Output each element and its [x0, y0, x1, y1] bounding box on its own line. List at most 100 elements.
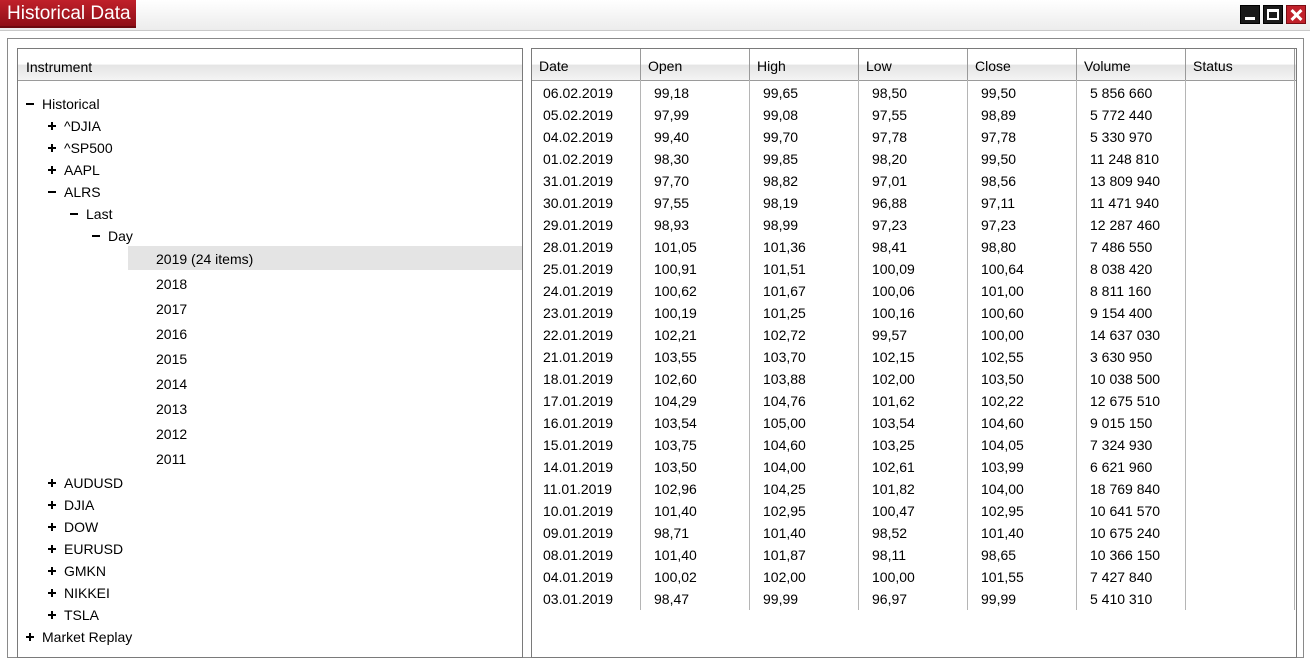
tree-item[interactable]: DJIA [18, 494, 518, 516]
tree-item[interactable]: NIKKEI [18, 582, 518, 604]
column-header-date[interactable]: Date [532, 49, 641, 80]
cell-date: 10.01.2019 [543, 503, 614, 519]
expand-icon[interactable] [47, 165, 57, 175]
cell-volume: 5 410 310 [1090, 591, 1153, 607]
tree-item[interactable]: 2015 [18, 348, 518, 370]
tree-item[interactable]: Historical [18, 93, 518, 115]
column-header-open[interactable]: Open [641, 49, 750, 80]
expand-icon[interactable] [47, 500, 57, 510]
tree-item-label: DJIA [64, 497, 95, 513]
tree-item[interactable]: EURUSD [18, 538, 518, 560]
tree-item[interactable]: 2012 [18, 423, 518, 445]
tree-item[interactable]: DOW [18, 516, 518, 538]
minimize-icon[interactable] [1240, 5, 1260, 24]
table-row[interactable]: 04.01.2019 100,02 102,00 100,00 101,55 7 427 … [532, 566, 1294, 588]
cell-volume: 7 486 550 [1090, 239, 1153, 255]
cell-open: 98,47 [654, 591, 690, 607]
expand-icon[interactable] [47, 544, 57, 554]
cell-high: 101,40 [763, 525, 806, 541]
table-row[interactable]: 28.01.2019 101,05 101,36 98,41 98,80 7 486 55… [532, 236, 1294, 258]
tree-item[interactable]: TSLA [18, 604, 518, 626]
collapse-icon[interactable] [69, 209, 79, 219]
table-row[interactable]: 09.01.2019 98,71 101,40 98,52 101,40 10 675 2… [532, 522, 1294, 544]
tree-item[interactable]: AAPL [18, 159, 518, 181]
expand-icon[interactable] [47, 566, 57, 576]
cell-high: 99,99 [763, 591, 799, 607]
table-row[interactable]: 24.01.2019 100,62 101,67 100,06 101,00 8 811 … [532, 280, 1294, 302]
table-row[interactable]: 08.01.2019 101,40 101,87 98,11 98,65 10 366 1… [532, 544, 1294, 566]
cell-open: 100,91 [654, 261, 697, 277]
table-row[interactable]: 23.01.2019 100,19 101,25 100,16 100,60 9 154 … [532, 302, 1294, 324]
table-row[interactable]: 25.01.2019 100,91 101,51 100,09 100,64 8 038 … [532, 258, 1294, 280]
table-row[interactable]: 05.02.2019 97,99 99,08 97,55 98,89 5 772 440 [532, 104, 1294, 126]
cell-open: 99,40 [654, 129, 690, 145]
cell-high: 99,08 [763, 107, 799, 123]
column-header-volume[interactable]: Volume [1077, 49, 1186, 80]
cell-date: 15.01.2019 [543, 437, 614, 453]
table-row[interactable]: 22.01.2019 102,21 102,72 99,57 100,00 14 637 … [532, 324, 1294, 346]
tree-item[interactable]: ALRS [18, 181, 518, 203]
table-row[interactable]: 31.01.2019 97,70 98,82 97,01 98,56 13 809 940 [532, 170, 1294, 192]
column-header-close[interactable]: Close [968, 49, 1077, 80]
collapse-icon[interactable] [25, 99, 35, 109]
cell-date: 28.01.2019 [543, 239, 614, 255]
cell-high: 102,95 [763, 503, 806, 519]
cell-high: 104,25 [763, 481, 806, 497]
tree-item[interactable]: 2018 [18, 273, 518, 295]
cell-open: 102,60 [654, 371, 697, 387]
cell-high: 99,85 [763, 151, 799, 167]
table-row[interactable]: 29.01.2019 98,93 98,99 97,23 97,23 12 287 460 [532, 214, 1294, 236]
tree-item[interactable]: 2011 [18, 448, 518, 470]
table-row[interactable]: 01.02.2019 98,30 99,85 98,20 99,50 11 248 810 [532, 148, 1294, 170]
tree-item[interactable]: 2016 [18, 323, 518, 345]
tree-item[interactable]: ^SP500 [18, 137, 518, 159]
tree-item[interactable]: AUDUSD [18, 472, 518, 494]
table-row[interactable]: 16.01.2019 103,54 105,00 103,54 104,60 9 015 … [532, 412, 1294, 434]
cell-high: 98,19 [763, 195, 799, 211]
tree-item[interactable]: 2019 (24 items) [18, 248, 518, 270]
tree-item[interactable]: ^DJIA [18, 115, 518, 137]
tree-item[interactable]: Market Replay [18, 626, 518, 648]
table-row[interactable]: 03.01.2019 98,47 99,99 96,97 99,99 5 410 310 [532, 588, 1294, 610]
cell-low: 101,62 [872, 393, 915, 409]
instrument-tree-panel[interactable]: Instrument Historical ^DJIA ^SP500 AAPL ALRS… [17, 48, 523, 658]
cell-date: 23.01.2019 [543, 305, 614, 321]
close-icon[interactable] [1286, 5, 1306, 24]
tree-item[interactable]: GMKN [18, 560, 518, 582]
table-row[interactable]: 21.01.2019 103,55 103,70 102,15 102,55 3 630 … [532, 346, 1294, 368]
table-row[interactable]: 30.01.2019 97,55 98,19 96,88 97,11 11 471 940 [532, 192, 1294, 214]
cell-date: 05.02.2019 [543, 107, 614, 123]
maximize-icon[interactable] [1263, 5, 1283, 24]
tree-item[interactable]: 2013 [18, 398, 518, 420]
table-row[interactable]: 04.02.2019 99,40 99,70 97,78 97,78 5 330 970 [532, 126, 1294, 148]
column-header-high[interactable]: High [750, 49, 859, 80]
tree-item[interactable]: 2017 [18, 298, 518, 320]
expand-icon[interactable] [47, 143, 57, 153]
table-row[interactable]: 14.01.2019 103,50 104,00 102,61 103,99 6 621 … [532, 456, 1294, 478]
tree-item[interactable]: Day [18, 225, 518, 247]
collapse-icon[interactable] [91, 231, 101, 241]
table-row[interactable]: 11.01.2019 102,96 104,25 101,82 104,00 18 769… [532, 478, 1294, 500]
expand-icon[interactable] [25, 632, 35, 642]
table-row[interactable]: 17.01.2019 104,29 104,76 101,62 102,22 12 675… [532, 390, 1294, 412]
expand-icon[interactable] [47, 121, 57, 131]
tree-item-label: 2019 (24 items) [156, 251, 254, 267]
cell-close: 104,60 [981, 415, 1024, 431]
expand-icon[interactable] [47, 478, 57, 488]
expand-icon[interactable] [47, 522, 57, 532]
table-row[interactable]: 06.02.2019 99,18 99,65 98,50 99,50 5 856 660 [532, 82, 1294, 104]
expand-icon[interactable] [47, 610, 57, 620]
table-row[interactable]: 10.01.2019 101,40 102,95 100,47 102,95 10 641… [532, 500, 1294, 522]
cell-close: 100,60 [981, 305, 1024, 321]
table-row[interactable]: 15.01.2019 103,75 104,60 103,25 104,05 7 324 … [532, 434, 1294, 456]
table-row[interactable]: 18.01.2019 102,60 103,88 102,00 103,50 10 038… [532, 368, 1294, 390]
column-header-low[interactable]: Low [859, 49, 968, 80]
column-header-status[interactable]: Status [1186, 49, 1295, 80]
expand-icon[interactable] [47, 588, 57, 598]
instrument-column-header[interactable]: Instrument [18, 49, 522, 81]
cell-high: 101,51 [763, 261, 806, 277]
data-grid-panel[interactable]: Date Open High Low Close Volume Status 06.02.2… [531, 48, 1297, 658]
tree-item[interactable]: 2014 [18, 373, 518, 395]
tree-item[interactable]: Last [18, 203, 518, 225]
collapse-icon[interactable] [47, 187, 57, 197]
